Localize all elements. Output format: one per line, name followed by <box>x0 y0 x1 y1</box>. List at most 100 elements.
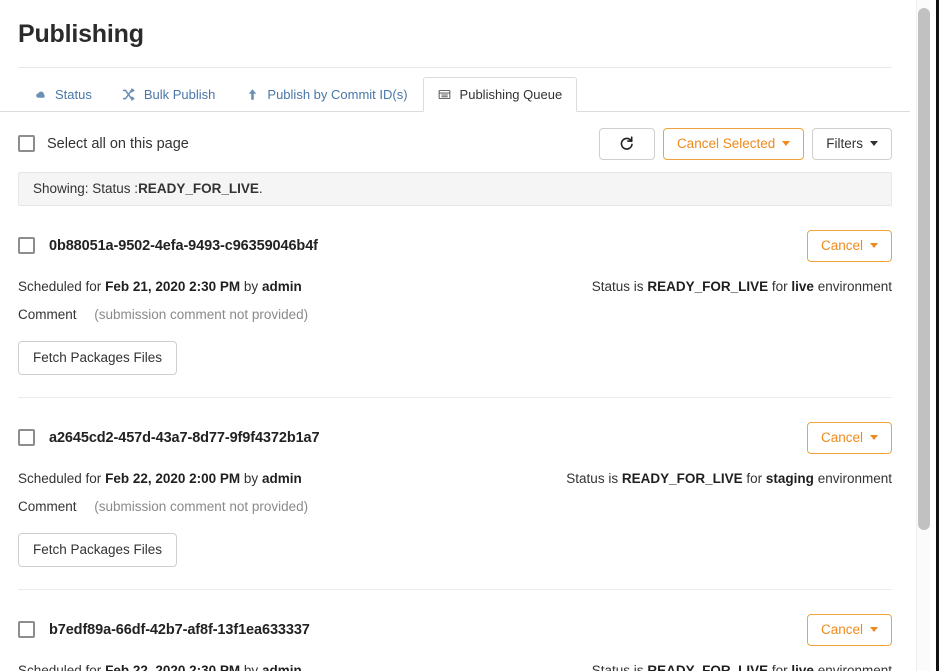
cancel-item-button[interactable]: Cancel <box>806 421 892 454</box>
tab-label: Publish by Commit ID(s) <box>267 87 408 103</box>
comment-label: Comment <box>18 498 77 514</box>
scheduled-for-label: Scheduled for <box>18 278 102 294</box>
fetch-packages-files-button[interactable]: Fetch Packages Files <box>18 532 178 567</box>
queue-item-scheduled-at: Feb 22, 2020 2:00 PM <box>105 470 241 486</box>
queue-item-environment: staging <box>765 470 814 486</box>
cancel-item-label: Cancel <box>820 430 863 446</box>
page-title: Publishing <box>18 20 892 68</box>
fetch-packages-files-button[interactable]: Fetch Packages Files <box>18 340 178 375</box>
cancel-item-label: Cancel <box>820 622 863 638</box>
chevron-down-icon <box>782 141 791 147</box>
queue-item-checkbox[interactable] <box>18 429 35 447</box>
scheduled-for-label: Scheduled for <box>18 470 102 486</box>
for-label: for <box>771 662 788 671</box>
cancel-selected-button[interactable]: Cancel Selected <box>662 127 805 160</box>
queue-item-meta: Scheduled for Feb 21, 2020 2:30 PM by ad… <box>18 279 892 294</box>
for-label: for <box>746 470 763 486</box>
active-filter-banner: Showing: Status : READY_FOR_LIVE. <box>18 171 892 206</box>
queue-item-checkbox[interactable] <box>18 237 35 255</box>
comment-value: (submission comment not provided) <box>94 498 309 514</box>
environment-label: environment <box>817 470 892 486</box>
arrow-up-icon <box>245 88 259 102</box>
queue-item-environment: live <box>791 278 814 294</box>
queue-item-user: admin <box>261 278 302 294</box>
queue-item-comment: Comment (submission comment not provided… <box>18 307 892 322</box>
queue-item-user: admin <box>261 470 302 486</box>
status-is-label: Status is <box>591 278 644 294</box>
tab-publish-by-commit-id[interactable]: Publish by Commit ID(s) <box>230 77 422 112</box>
filters-button[interactable]: Filters <box>812 127 892 160</box>
chevron-down-icon <box>870 435 878 441</box>
status-is-label: Status is <box>591 662 644 671</box>
queue-item-comment: Comment (submission comment not provided… <box>18 499 892 514</box>
shuffle-icon <box>122 88 136 102</box>
tab-publishing-queue[interactable]: Publishing Queue <box>422 76 578 112</box>
cancel-item-label: Cancel <box>820 238 863 254</box>
for-label: for <box>771 278 788 294</box>
queue-item: 0b88051a-9502-4efa-9493-c96359046b4f Can… <box>18 206 892 398</box>
tab-label: Bulk Publish <box>143 87 216 103</box>
cloud-upload-icon <box>33 88 47 102</box>
page-scrollbar[interactable] <box>916 0 930 671</box>
comment-label: Comment <box>18 306 77 322</box>
queue-item-status-value: READY_FOR_LIVE <box>647 278 769 294</box>
refresh-icon <box>618 135 635 152</box>
queue-item-identity: a2645cd2-457d-43a7-8d77-9f9f4372b1a7 <box>18 429 320 447</box>
environment-label: environment <box>817 278 892 294</box>
select-all-checkbox[interactable] <box>18 135 35 153</box>
queue-item-id: a2645cd2-457d-43a7-8d77-9f9f4372b1a7 <box>49 429 320 446</box>
queue-item-user: admin <box>261 662 302 671</box>
refresh-button[interactable] <box>598 127 655 160</box>
queue-item-status: Status is READY_FOR_LIVE for staging env… <box>566 471 892 486</box>
queue-item-scheduled-at: Feb 22, 2020 2:30 PM <box>105 662 241 671</box>
queue-item-actions: Fetch Packages Files <box>18 340 892 375</box>
chevron-down-icon <box>870 627 878 633</box>
scrollbar-thumb[interactable] <box>918 8 930 530</box>
queue-item-environment: live <box>791 662 814 671</box>
queue-item-meta: Scheduled for Feb 22, 2020 2:30 PM by ad… <box>18 663 892 671</box>
by-label: by <box>243 662 259 671</box>
status-is-label: Status is <box>566 470 619 486</box>
queue-item-meta: Scheduled for Feb 22, 2020 2:00 PM by ad… <box>18 471 892 486</box>
by-label: by <box>243 470 259 486</box>
cancel-selected-label: Cancel Selected <box>676 136 776 152</box>
queue-item-schedule: Scheduled for Feb 22, 2020 2:30 PM by ad… <box>18 663 302 671</box>
chevron-down-icon <box>870 141 878 147</box>
environment-label: environment <box>817 662 892 671</box>
tab-bulk-publish[interactable]: Bulk Publish <box>107 77 231 112</box>
chevron-down-icon <box>870 243 878 249</box>
queue-item-status-value: READY_FOR_LIVE <box>621 470 743 486</box>
fetch-packages-files-label: Fetch Packages Files <box>33 542 163 558</box>
select-all-control[interactable]: Select all on this page <box>18 135 189 153</box>
queue-item-schedule: Scheduled for Feb 21, 2020 2:30 PM by ad… <box>18 279 302 294</box>
queue-item-id: b7edf89a-66df-42b7-af8f-13f1ea633337 <box>49 621 310 638</box>
queue-item-checkbox[interactable] <box>18 621 35 639</box>
publishing-queue-list: 0b88051a-9502-4efa-9493-c96359046b4f Can… <box>0 206 910 671</box>
queue-item-status: Status is READY_FOR_LIVE for live enviro… <box>592 663 892 671</box>
cancel-item-button[interactable]: Cancel <box>806 229 892 262</box>
tab-label: Publishing Queue <box>459 86 563 102</box>
list-table-icon <box>438 87 452 101</box>
scheduled-for-label: Scheduled for <box>18 662 102 671</box>
queue-item-header: 0b88051a-9502-4efa-9493-c96359046b4f Can… <box>18 229 892 262</box>
queue-item-status: Status is READY_FOR_LIVE for live enviro… <box>592 279 892 294</box>
queue-item: a2645cd2-457d-43a7-8d77-9f9f4372b1a7 Can… <box>18 398 892 590</box>
by-label: by <box>243 278 259 294</box>
toolbar-actions: Cancel Selected Filters <box>598 127 892 160</box>
select-all-label: Select all on this page <box>47 135 189 152</box>
filters-label: Filters <box>826 136 863 152</box>
queue-item-id: 0b88051a-9502-4efa-9493-c96359046b4f <box>49 237 318 254</box>
queue-item-header: b7edf89a-66df-42b7-af8f-13f1ea633337 Can… <box>18 613 892 646</box>
tab-status[interactable]: Status <box>18 77 107 112</box>
page-header: Publishing <box>0 0 910 68</box>
queue-item-status-value: READY_FOR_LIVE <box>647 662 769 671</box>
publishing-page: Publishing Status Bulk Publish Publish b… <box>0 0 939 671</box>
filter-banner-prefix: Showing: Status : <box>33 181 139 197</box>
comment-value: (submission comment not provided) <box>94 306 309 322</box>
queue-toolbar: Select all on this page Cancel Selected <box>0 112 910 172</box>
queue-item-scheduled-at: Feb 21, 2020 2:30 PM <box>105 278 241 294</box>
queue-item-actions: Fetch Packages Files <box>18 532 892 567</box>
cancel-item-button[interactable]: Cancel <box>806 613 892 646</box>
queue-item-identity: b7edf89a-66df-42b7-af8f-13f1ea633337 <box>18 621 310 639</box>
queue-item-header: a2645cd2-457d-43a7-8d77-9f9f4372b1a7 Can… <box>18 421 892 454</box>
